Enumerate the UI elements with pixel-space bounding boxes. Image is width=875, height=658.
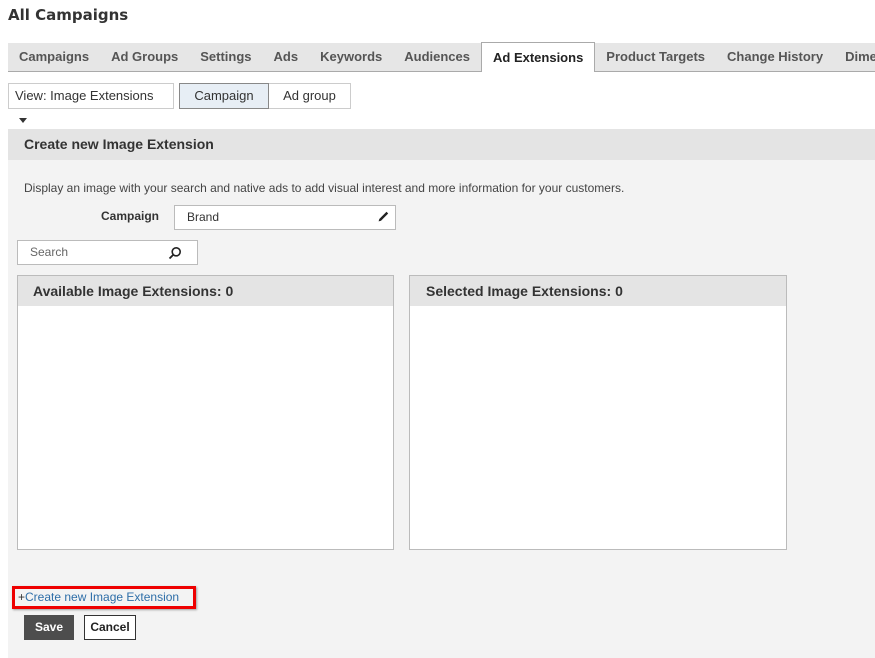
tab-ad-groups[interactable]: Ad Groups: [100, 43, 189, 71]
create-image-extension-panel: Create new Image Extension Display an im…: [8, 129, 875, 658]
campaign-value: Brand: [187, 210, 220, 224]
search-icon[interactable]: [168, 246, 182, 260]
search-input[interactable]: [30, 245, 160, 259]
tab-dimensions[interactable]: Dimensions: [834, 43, 875, 71]
campaign-label: Campaign: [101, 209, 160, 223]
tab-change-history[interactable]: Change History: [716, 43, 834, 71]
create-new-image-extension-link[interactable]: Create new Image Extension: [25, 590, 179, 604]
tab-keywords[interactable]: Keywords: [309, 43, 393, 71]
campaign-level-button[interactable]: Campaign: [179, 83, 269, 109]
search-box: [17, 240, 198, 265]
campaign-field[interactable]: Brand: [174, 205, 396, 230]
caret-down-icon: [19, 118, 27, 124]
ad-group-level-button[interactable]: Ad group: [269, 83, 351, 109]
view-selected-value: Image Extensions: [50, 88, 154, 103]
available-extensions-header: Available Image Extensions: 0: [18, 276, 393, 306]
cancel-button[interactable]: Cancel: [84, 615, 136, 640]
tab-bar: Campaigns Ad Groups Settings Ads Keyword…: [8, 42, 875, 72]
save-button[interactable]: Save: [24, 615, 74, 640]
tab-audiences[interactable]: Audiences: [393, 43, 481, 71]
pencil-icon[interactable]: [377, 211, 389, 223]
view-dropdown[interactable]: View: Image Extensions: [8, 83, 174, 124]
create-new-image-extension-highlight: +Create new Image Extension: [12, 586, 196, 609]
plus-icon: +: [18, 590, 26, 604]
description-text: Display an image with your search and na…: [24, 181, 625, 195]
tab-product-targets[interactable]: Product Targets: [595, 43, 716, 71]
level-toggle: Campaign Ad group: [179, 83, 351, 109]
tab-settings[interactable]: Settings: [189, 43, 262, 71]
view-prefix: View:: [15, 88, 51, 103]
panel-header: Create new Image Extension: [8, 129, 875, 160]
available-extensions-list[interactable]: Available Image Extensions: 0: [17, 275, 394, 550]
selected-extensions-header: Selected Image Extensions: 0: [410, 276, 786, 306]
tab-campaigns[interactable]: Campaigns: [8, 43, 100, 71]
tab-ad-extensions[interactable]: Ad Extensions: [481, 42, 596, 72]
page-title: All Campaigns: [8, 6, 129, 24]
selected-extensions-list[interactable]: Selected Image Extensions: 0: [409, 275, 787, 550]
view-controls: View: Image Extensions Campaign Ad group: [8, 83, 351, 124]
tab-ads[interactable]: Ads: [263, 43, 310, 71]
